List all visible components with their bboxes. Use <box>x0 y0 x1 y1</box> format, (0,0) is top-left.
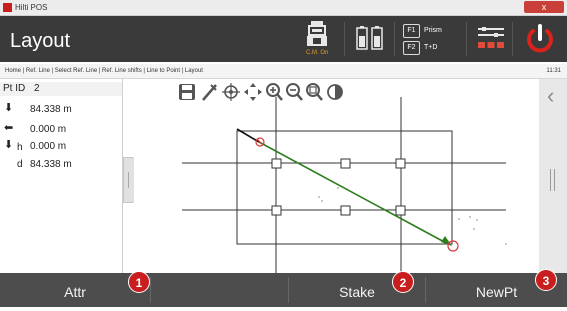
height-row: ⬇ h 0.000 m <box>0 138 122 154</box>
page-title: Layout <box>10 30 71 52</box>
window-titlebar: Hilti POS x <box>0 0 567 16</box>
handle-grip <box>128 172 129 188</box>
power-icon <box>527 24 553 53</box>
battery-icon <box>356 26 383 50</box>
layout-drawing <box>182 97 507 273</box>
offset-down-row: ⬇ 84.338 m <box>0 101 122 117</box>
app-icon <box>3 3 12 12</box>
f1-label: Prism <box>424 27 442 34</box>
right-panel-strip: ‹ <box>539 79 567 273</box>
battery-status[interactable] <box>356 26 384 52</box>
app-header: Layout C.M. On F1 Prism F2 T+D <box>0 16 567 62</box>
settings-sliders-icon <box>478 27 504 48</box>
instrument-status-button[interactable]: C.M. On <box>303 20 331 58</box>
header-separator <box>466 22 467 56</box>
scroll-grip[interactable] <box>550 169 551 191</box>
point-id-value: 2 <box>34 83 40 94</box>
window-close-button[interactable]: x <box>524 1 564 13</box>
f1-key: F1 <box>403 24 420 38</box>
point-id-label: Pt ID <box>3 83 26 94</box>
settings-button[interactable] <box>476 26 506 52</box>
arrow-down-icon: ⬇ <box>4 139 14 151</box>
distance-label: d <box>17 159 23 170</box>
breadcrumb-path[interactable]: Home | Ref. Line | Select Ref. Line | Re… <box>5 64 203 78</box>
callout-badge-3: 3 <box>535 269 557 291</box>
header-separator <box>344 22 345 56</box>
breadcrumb: Home | Ref. Line | Select Ref. Line | Re… <box>0 64 567 79</box>
point-id-row: Pt ID 2 <box>0 82 122 96</box>
arrow-down-icon: ⬇ <box>4 102 14 114</box>
f2-label: T+D <box>424 44 438 51</box>
power-button[interactable] <box>523 22 557 56</box>
offset-left-row: ⬅ 0.000 m <box>0 121 122 137</box>
layout-map-canvas[interactable] <box>134 79 539 273</box>
f2-key: F2 <box>403 41 420 55</box>
arrow-left-icon: ⬅ <box>4 122 14 134</box>
distance-value: 84.338 m <box>30 159 72 170</box>
footer-toolbar: Attr Stake NewPt <box>0 273 567 307</box>
scroll-grip[interactable] <box>554 169 555 191</box>
clock: 11:31 <box>546 68 561 74</box>
point-info-panel: Pt ID 2 ⬇ 84.338 m ⬅ 0.000 m ⬇ h 0.000 m… <box>0 79 123 273</box>
callout-badge-1: 1 <box>128 271 150 293</box>
chevron-left-icon[interactable]: ‹ <box>547 85 554 107</box>
window-title: Hilti POS <box>15 3 48 12</box>
height-label: h <box>17 142 23 153</box>
callout-badge-2: 2 <box>392 271 414 293</box>
header-separator <box>394 22 395 56</box>
f2-target-button[interactable]: F2 T+D <box>403 41 463 55</box>
offset-left-value: 0.000 m <box>30 124 67 135</box>
instrument-status-label: C.M. On <box>306 50 329 56</box>
f1-prism-button[interactable]: F1 Prism <box>403 24 463 38</box>
distance-row: d 84.338 m <box>0 157 122 173</box>
offset-down-value: 84.338 m <box>30 104 72 115</box>
height-value: 0.000 m <box>30 141 67 152</box>
header-separator <box>512 22 513 56</box>
instrument-icon <box>307 21 327 46</box>
empty-softkey[interactable] <box>151 273 288 307</box>
